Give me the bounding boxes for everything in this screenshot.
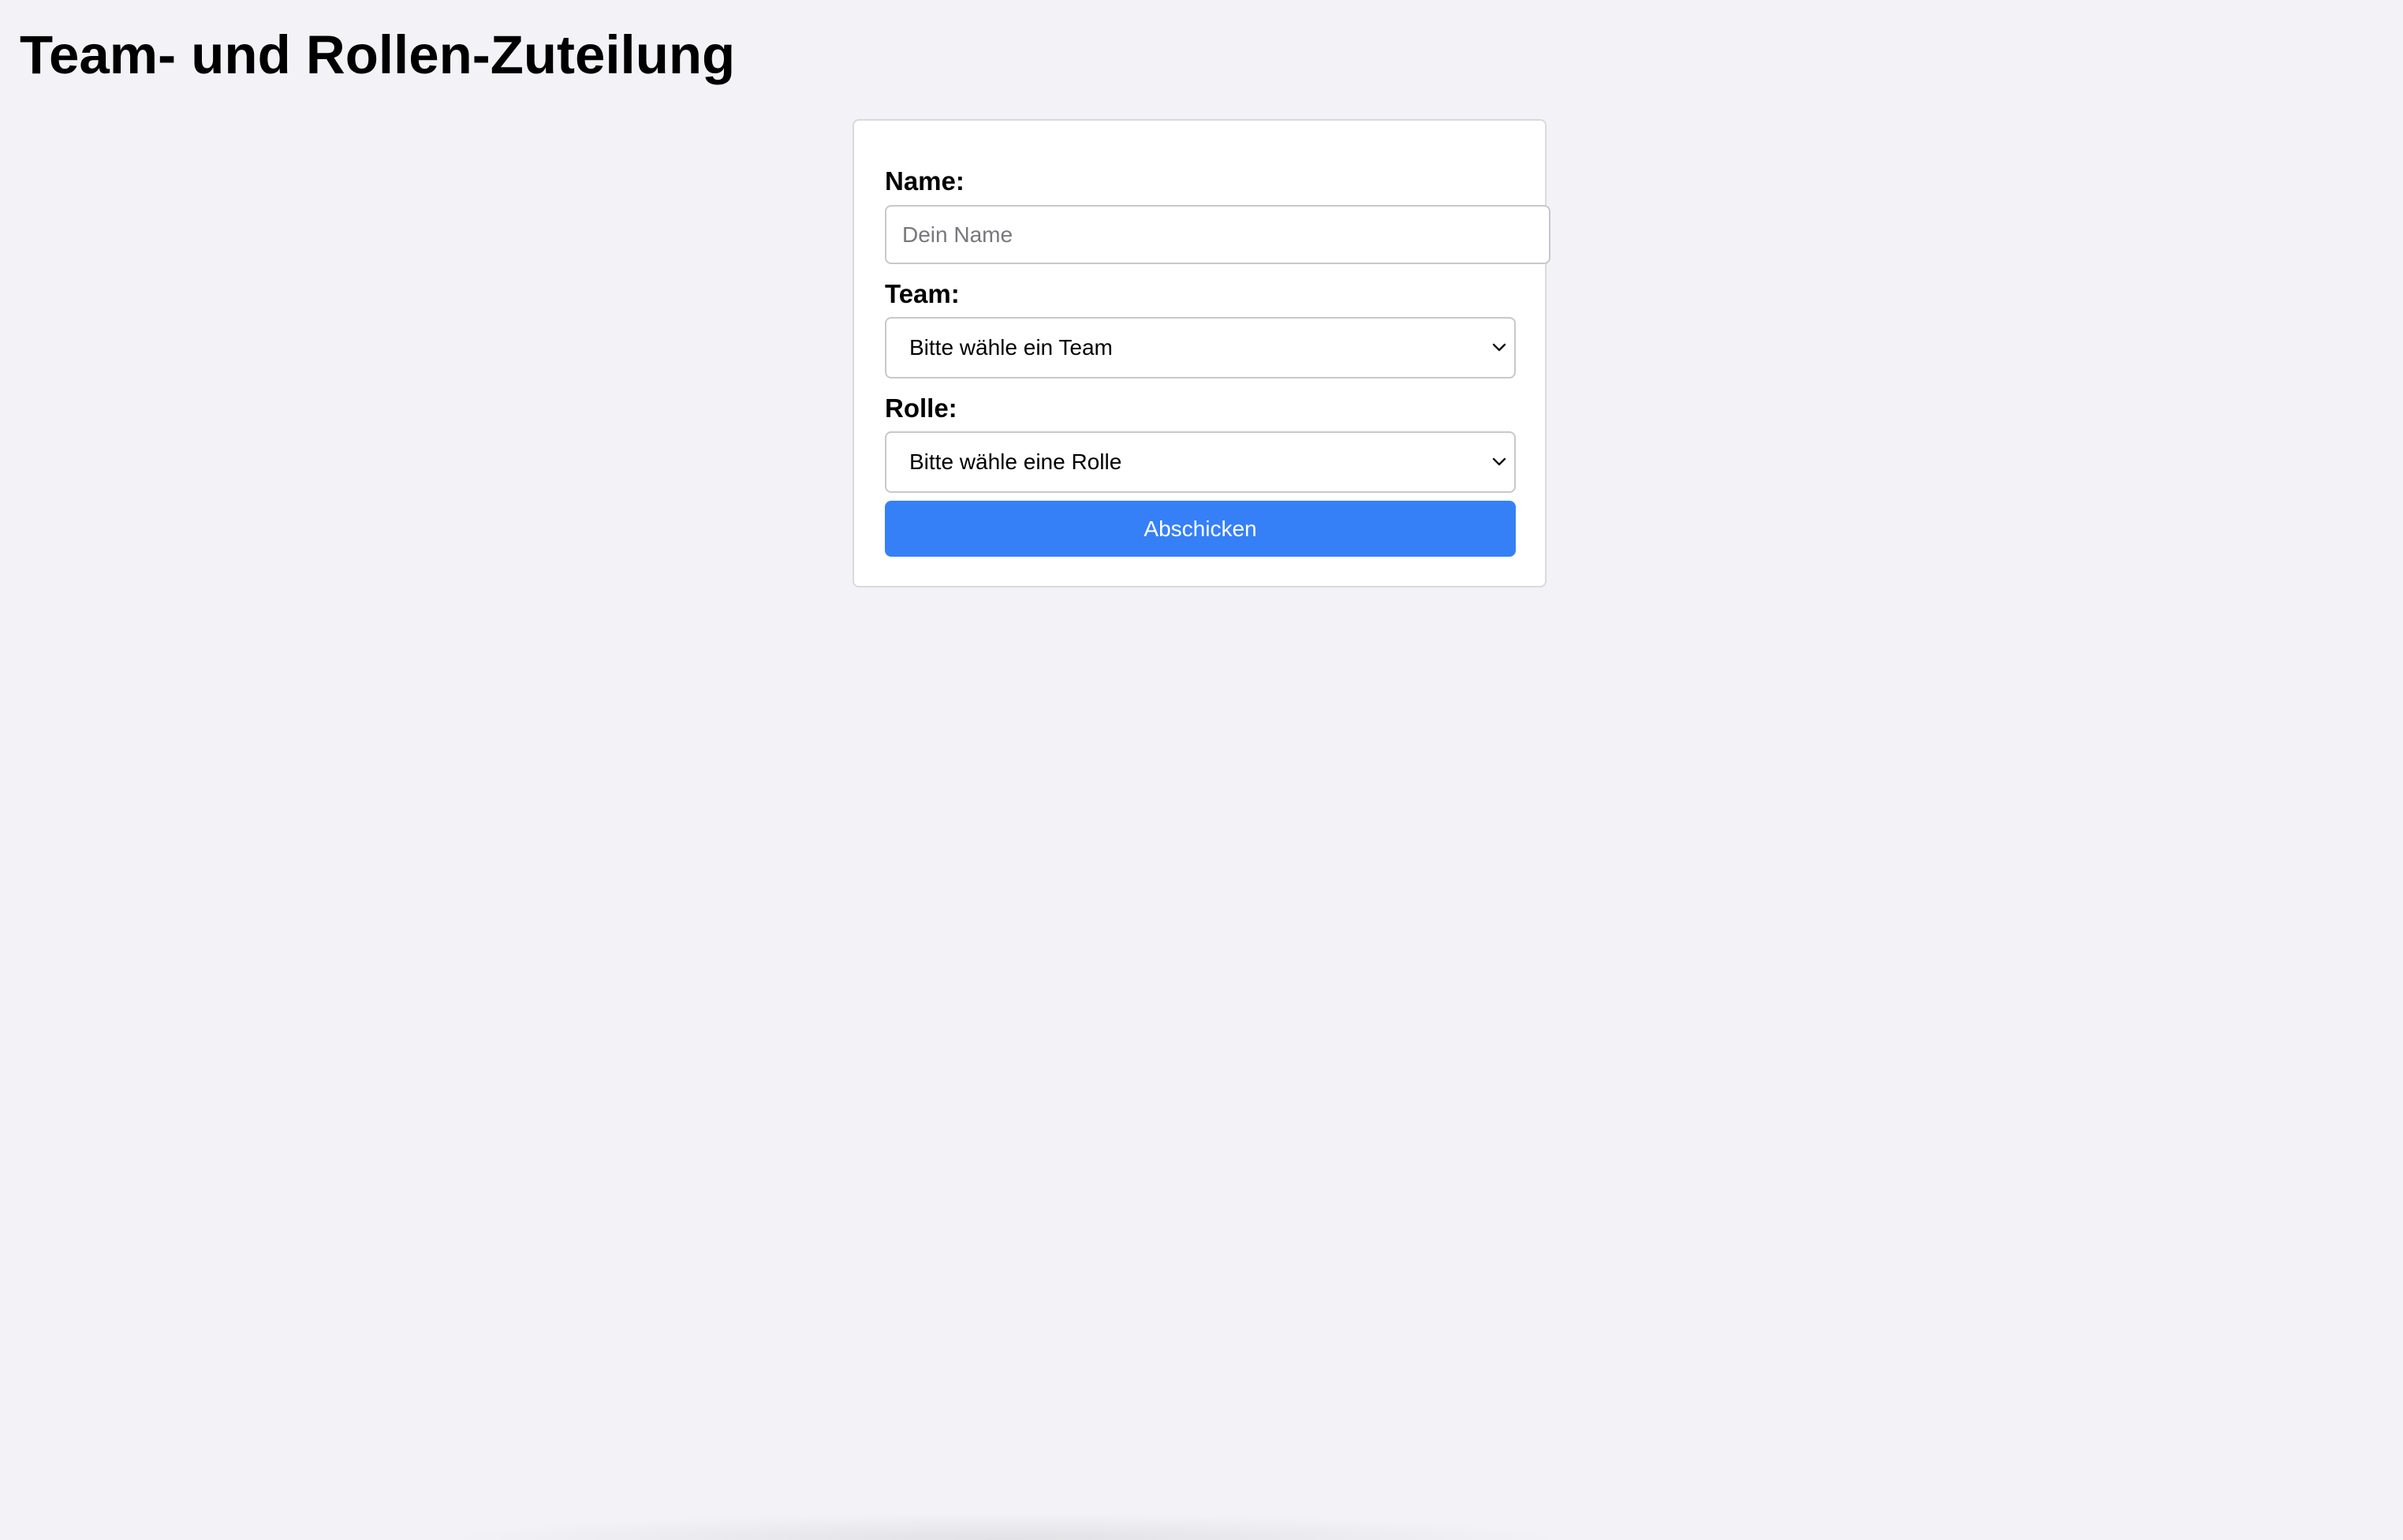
name-input[interactable] — [885, 205, 1550, 264]
chevron-down-icon — [1491, 453, 1508, 471]
role-select[interactable]: Bitte wähle eine Rolle — [885, 431, 1516, 493]
team-label: Team: — [885, 279, 960, 308]
role-select-value: Bitte wähle eine Rolle — [909, 449, 1122, 474]
team-select-value: Bitte wähle ein Team — [909, 335, 1113, 360]
role-label: Rolle: — [885, 393, 957, 423]
page-title: Team- und Rollen-Zuteilung — [20, 24, 736, 85]
name-label: Name: — [885, 166, 965, 196]
submit-button[interactable]: Abschicken — [885, 501, 1516, 557]
team-select[interactable]: Bitte wähle ein Team — [885, 317, 1516, 378]
chevron-down-icon — [1491, 339, 1508, 356]
bottom-shadow — [442, 1512, 1569, 1540]
